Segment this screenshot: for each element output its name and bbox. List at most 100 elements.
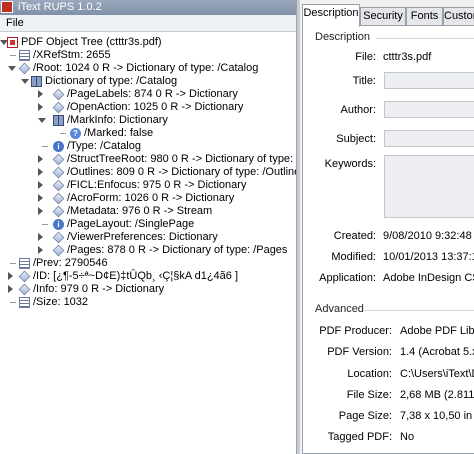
file-label: File: xyxy=(355,51,376,63)
question-icon: ? xyxy=(70,128,81,139)
tab-description[interactable]: Description xyxy=(302,4,360,27)
collapse-icon[interactable] xyxy=(38,194,43,202)
tree-node[interactable]: /ViewerPreferences: Dictionary xyxy=(0,231,296,244)
pagesize-label: Page Size: xyxy=(338,410,392,422)
tree-node[interactable]: /MarkInfo: Dictionary xyxy=(0,114,296,127)
list-icon xyxy=(19,297,30,308)
tree-node[interactable]: /AcroForm: 1026 0 R -> Dictionary xyxy=(0,192,296,205)
tagged-label: Tagged PDF: xyxy=(327,431,392,443)
dictionary-icon xyxy=(18,270,31,283)
modified-value: 10/01/2013 13:37:16 xyxy=(383,251,474,263)
properties-panel: Description Security Fonts Custor Descri… xyxy=(300,0,474,454)
tree-node[interactable]: /ID: [¿¶-5÷ª~D¢E)‡tÛQb¸ ‹Ç¦§kA d1¿4ã6 ] xyxy=(0,270,296,283)
tree-node[interactable]: /FICL:Enfocus: 975 0 R -> Dictionary xyxy=(0,179,296,192)
tab-security[interactable]: Security xyxy=(360,7,406,26)
collapse-icon[interactable] xyxy=(8,285,13,293)
dictionary-icon xyxy=(52,179,65,192)
dictionary-icon xyxy=(52,101,65,114)
filesize-value: 2,68 MB (2.811.06 xyxy=(400,389,474,401)
collapse-icon[interactable] xyxy=(38,155,43,163)
tree-node[interactable]: /OpenAction: 1025 0 R -> Dictionary xyxy=(0,101,296,114)
collapse-icon[interactable] xyxy=(38,90,43,98)
modified-label: Modified: xyxy=(331,251,376,263)
tree-node[interactable]: /StructTreeRoot: 980 0 R -> Dictionary o… xyxy=(0,153,296,166)
application-value: Adobe InDesign CS4 (6 xyxy=(383,272,474,284)
tree-node[interactable]: /Size: 1032 xyxy=(0,296,296,309)
info-icon: i xyxy=(53,219,64,230)
collapse-icon[interactable] xyxy=(38,168,43,176)
tree-root[interactable]: PDF Object Tree (ctttr3s.pdf) xyxy=(0,36,296,49)
dictionary-icon xyxy=(52,244,65,257)
producer-value: Adobe PDF Library xyxy=(400,325,474,337)
producer-label: PDF Producer: xyxy=(319,325,392,337)
version-value: 1.4 (Acrobat 5.x) xyxy=(400,346,474,358)
tree-node[interactable]: i /PageLayout: /SinglePage xyxy=(0,218,296,231)
tree-node[interactable]: i /Type: /Catalog xyxy=(0,140,296,153)
created-label: Created: xyxy=(333,230,376,242)
collapse-icon[interactable] xyxy=(38,207,43,215)
collapse-icon[interactable] xyxy=(38,233,43,241)
list-icon xyxy=(19,258,30,269)
section-description-title: Description xyxy=(315,31,371,43)
version-label: PDF Version: xyxy=(327,346,392,358)
subject-field[interactable] xyxy=(384,130,474,147)
pdf-file-icon xyxy=(7,37,18,48)
tree-node[interactable]: /Prev: 2790546 xyxy=(0,257,296,270)
section-advanced-title: Advanced xyxy=(315,303,364,315)
section-divider xyxy=(376,38,474,39)
section-divider xyxy=(365,310,474,311)
tree-node[interactable]: ? /Marked: false xyxy=(0,127,296,140)
collapse-icon[interactable] xyxy=(38,103,43,111)
author-label: Author: xyxy=(340,104,376,116)
book-icon xyxy=(31,76,42,87)
application-label: Application: xyxy=(319,272,376,284)
app-icon xyxy=(1,1,13,13)
menu-file[interactable]: File xyxy=(6,17,24,29)
dictionary-icon xyxy=(52,88,65,101)
pagesize-value: 7,38 x 10,50 in xyxy=(400,410,473,422)
tree-node[interactable]: /Info: 979 0 R -> Dictionary xyxy=(0,283,296,296)
title-label: Title: xyxy=(352,75,376,87)
location-value: C:\Users\iText\De xyxy=(400,368,474,380)
book-icon xyxy=(53,115,64,126)
tagged-value: No xyxy=(400,431,415,443)
expand-icon[interactable] xyxy=(8,66,16,71)
tree-node[interactable]: /XRefStm: 2655 xyxy=(0,49,296,62)
tab-custom[interactable]: Custor xyxy=(443,7,474,26)
dictionary-icon xyxy=(18,62,31,75)
title-bar: iText RUPS 1.0.2 xyxy=(0,0,296,15)
subject-label: Subject: xyxy=(336,133,376,145)
collapse-icon[interactable] xyxy=(38,181,43,189)
info-icon: i xyxy=(53,141,64,152)
description-tab-content: Description File: ctttr3s.pdf Title: Aut… xyxy=(302,25,474,454)
tree-node[interactable]: Dictionary of type: /Catalog xyxy=(0,75,296,88)
location-label: Location: xyxy=(347,368,392,380)
collapse-icon[interactable] xyxy=(38,246,43,254)
file-value: ctttr3s.pdf xyxy=(383,51,432,63)
tree-node[interactable]: /PageLabels: 874 0 R -> Dictionary xyxy=(0,88,296,101)
keywords-label: Keywords: xyxy=(324,158,376,170)
dictionary-icon xyxy=(18,283,31,296)
dictionary-icon xyxy=(52,192,65,205)
menu-bar: File xyxy=(0,15,296,32)
tab-fonts[interactable]: Fonts xyxy=(406,7,443,26)
filesize-label: File Size: xyxy=(346,389,392,401)
expand-icon[interactable] xyxy=(38,118,46,123)
dictionary-icon xyxy=(52,205,65,218)
dictionary-icon xyxy=(52,153,65,166)
title-field[interactable] xyxy=(384,72,474,89)
list-icon xyxy=(19,50,30,61)
tree-node[interactable]: /Pages: 878 0 R -> Dictionary of type: /… xyxy=(0,244,296,257)
window-title: iText RUPS 1.0.2 xyxy=(18,1,102,13)
tree-node[interactable]: /Root: 1024 0 R -> Dictionary of type: /… xyxy=(0,62,296,75)
tree-node[interactable]: /Metadata: 976 0 R -> Stream xyxy=(0,205,296,218)
expand-icon[interactable] xyxy=(21,79,29,84)
collapse-icon[interactable] xyxy=(8,272,13,280)
author-field[interactable] xyxy=(384,101,474,118)
dictionary-icon xyxy=(52,166,65,179)
dictionary-icon xyxy=(52,231,65,244)
tree-node[interactable]: /Outlines: 809 0 R -> Dictionary of type… xyxy=(0,166,296,179)
keywords-field[interactable] xyxy=(384,155,474,218)
pdf-object-tree[interactable]: PDF Object Tree (ctttr3s.pdf) /XRefStm: … xyxy=(0,33,296,454)
created-value: 9/08/2010 9:32:48 xyxy=(383,230,472,242)
